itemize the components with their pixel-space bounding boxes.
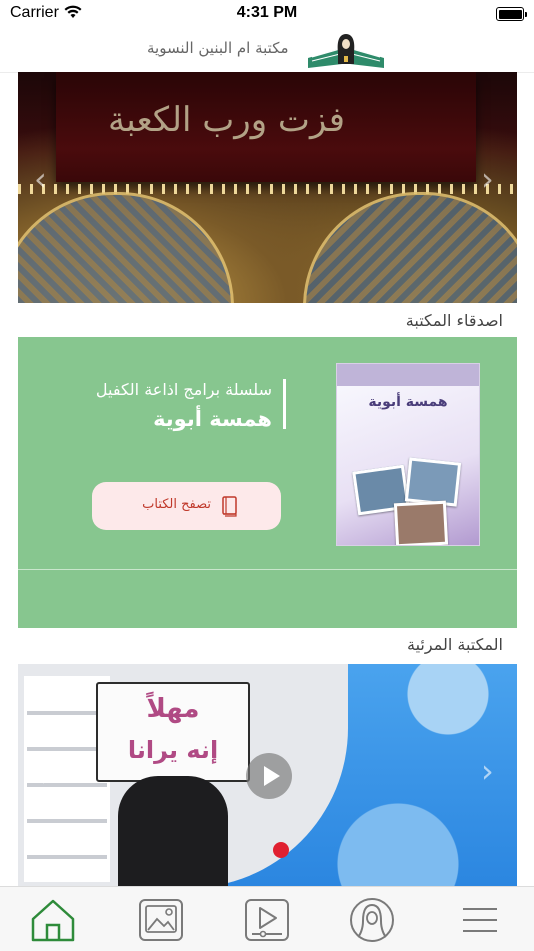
section-title-friends: اصدقاء المكتبة: [405, 311, 503, 330]
battery-icon: [496, 7, 527, 21]
play-icon[interactable]: [246, 753, 292, 799]
status-time: 4:31 PM: [236, 4, 298, 21]
browse-book-button[interactable]: تصفح الكتاب: [92, 482, 281, 530]
video-sign-line1: مهلاً: [146, 694, 200, 724]
image-icon: [137, 899, 185, 947]
video-carousel[interactable]: مهلاً إنه يرانا ‹ ›: [18, 664, 517, 888]
tab-women[interactable]: [348, 897, 396, 943]
friends-card[interactable]: همسة أبوية سلسلة برامج اذاعة الكفيل همسة…: [18, 337, 517, 628]
banner-carousel[interactable]: فزت ورب الكعبة ‹ ›: [18, 72, 517, 303]
tab-gallery[interactable]: [137, 897, 185, 943]
video-sign: مهلاً إنه يرانا: [96, 682, 250, 782]
section-title-videos: المكتبة المرئية: [407, 635, 503, 654]
banner-calligraphy: فزت ورب الكعبة: [108, 100, 345, 140]
home-icon: [29, 899, 77, 947]
chevron-left-icon[interactable]: ‹: [34, 160, 47, 198]
book-cover-image[interactable]: همسة أبوية: [336, 363, 480, 546]
woman-icon: [348, 898, 396, 947]
book-title: همسة أبوية: [153, 407, 272, 431]
banner-arch-right: [303, 192, 517, 303]
banner-arch-left: [18, 192, 234, 303]
tab-home[interactable]: [29, 897, 77, 943]
tab-videos[interactable]: [243, 897, 291, 943]
app-title: مكتبة ام البنين النسوية: [147, 39, 289, 57]
chevron-right-icon[interactable]: ›: [481, 752, 494, 790]
video-figure: [118, 776, 228, 888]
status-bar: Carrier 4:31 PM: [0, 0, 534, 28]
menu-icon: [456, 908, 504, 947]
book-series: سلسلة برامج اذاعة الكفيل: [95, 380, 272, 399]
tab-menu[interactable]: [456, 897, 504, 943]
card-divider: [18, 569, 517, 570]
book-cover-title: همسة أبوية: [368, 394, 448, 410]
chevron-left-icon[interactable]: ‹: [34, 756, 47, 794]
video-icon: [243, 899, 291, 947]
title-divider: [283, 379, 286, 429]
chevron-right-icon[interactable]: ›: [481, 160, 494, 198]
video-red-dot: [273, 842, 289, 858]
book-icon: [221, 495, 239, 521]
bottom-tab-bar: [0, 886, 534, 951]
browse-book-label: تصفح الكتاب: [142, 497, 211, 512]
app-header: مكتبة ام البنين النسوية: [0, 28, 534, 73]
video-sign-line2: إنه يرانا: [127, 736, 219, 764]
library-logo-icon: [304, 30, 388, 70]
